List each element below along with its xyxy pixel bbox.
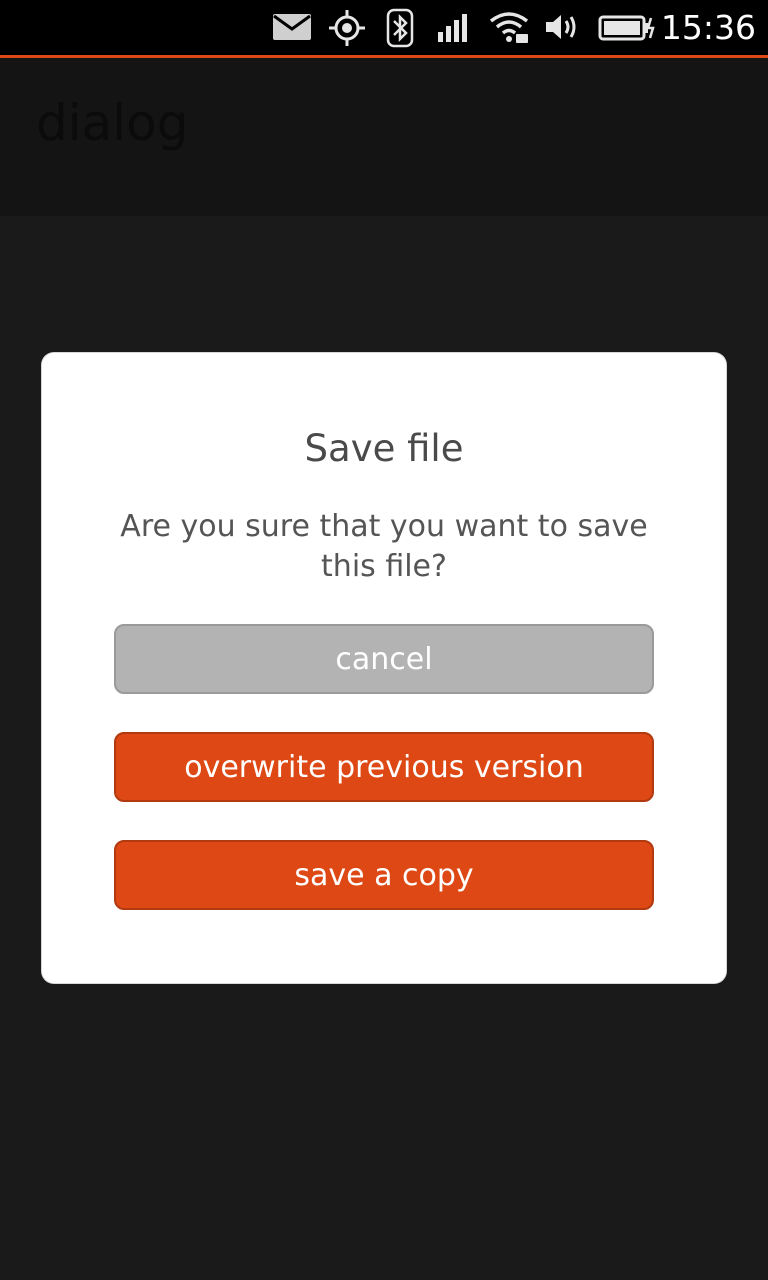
volume-icon (544, 12, 582, 48)
page-header: dialog (0, 58, 768, 216)
overwrite-button[interactable]: overwrite previous version (114, 732, 654, 802)
signal-icon (436, 12, 472, 48)
clock: 15:36 (660, 8, 756, 47)
battery-icon (598, 14, 656, 50)
save-file-dialog: Save file Are you sure that you want to … (42, 353, 726, 983)
save-copy-button[interactable]: save a copy (114, 840, 654, 910)
status-bar: 15:36 (0, 0, 768, 55)
location-icon (328, 9, 366, 46)
dialog-title: Save file (304, 427, 464, 470)
page-title: dialog (36, 94, 189, 152)
wifi-icon (488, 10, 530, 46)
cancel-button[interactable]: cancel (114, 624, 654, 694)
dialog-message: Are you sure that you want to save this … (120, 509, 648, 584)
mail-icon (272, 12, 312, 48)
bluetooth-icon (386, 8, 414, 48)
